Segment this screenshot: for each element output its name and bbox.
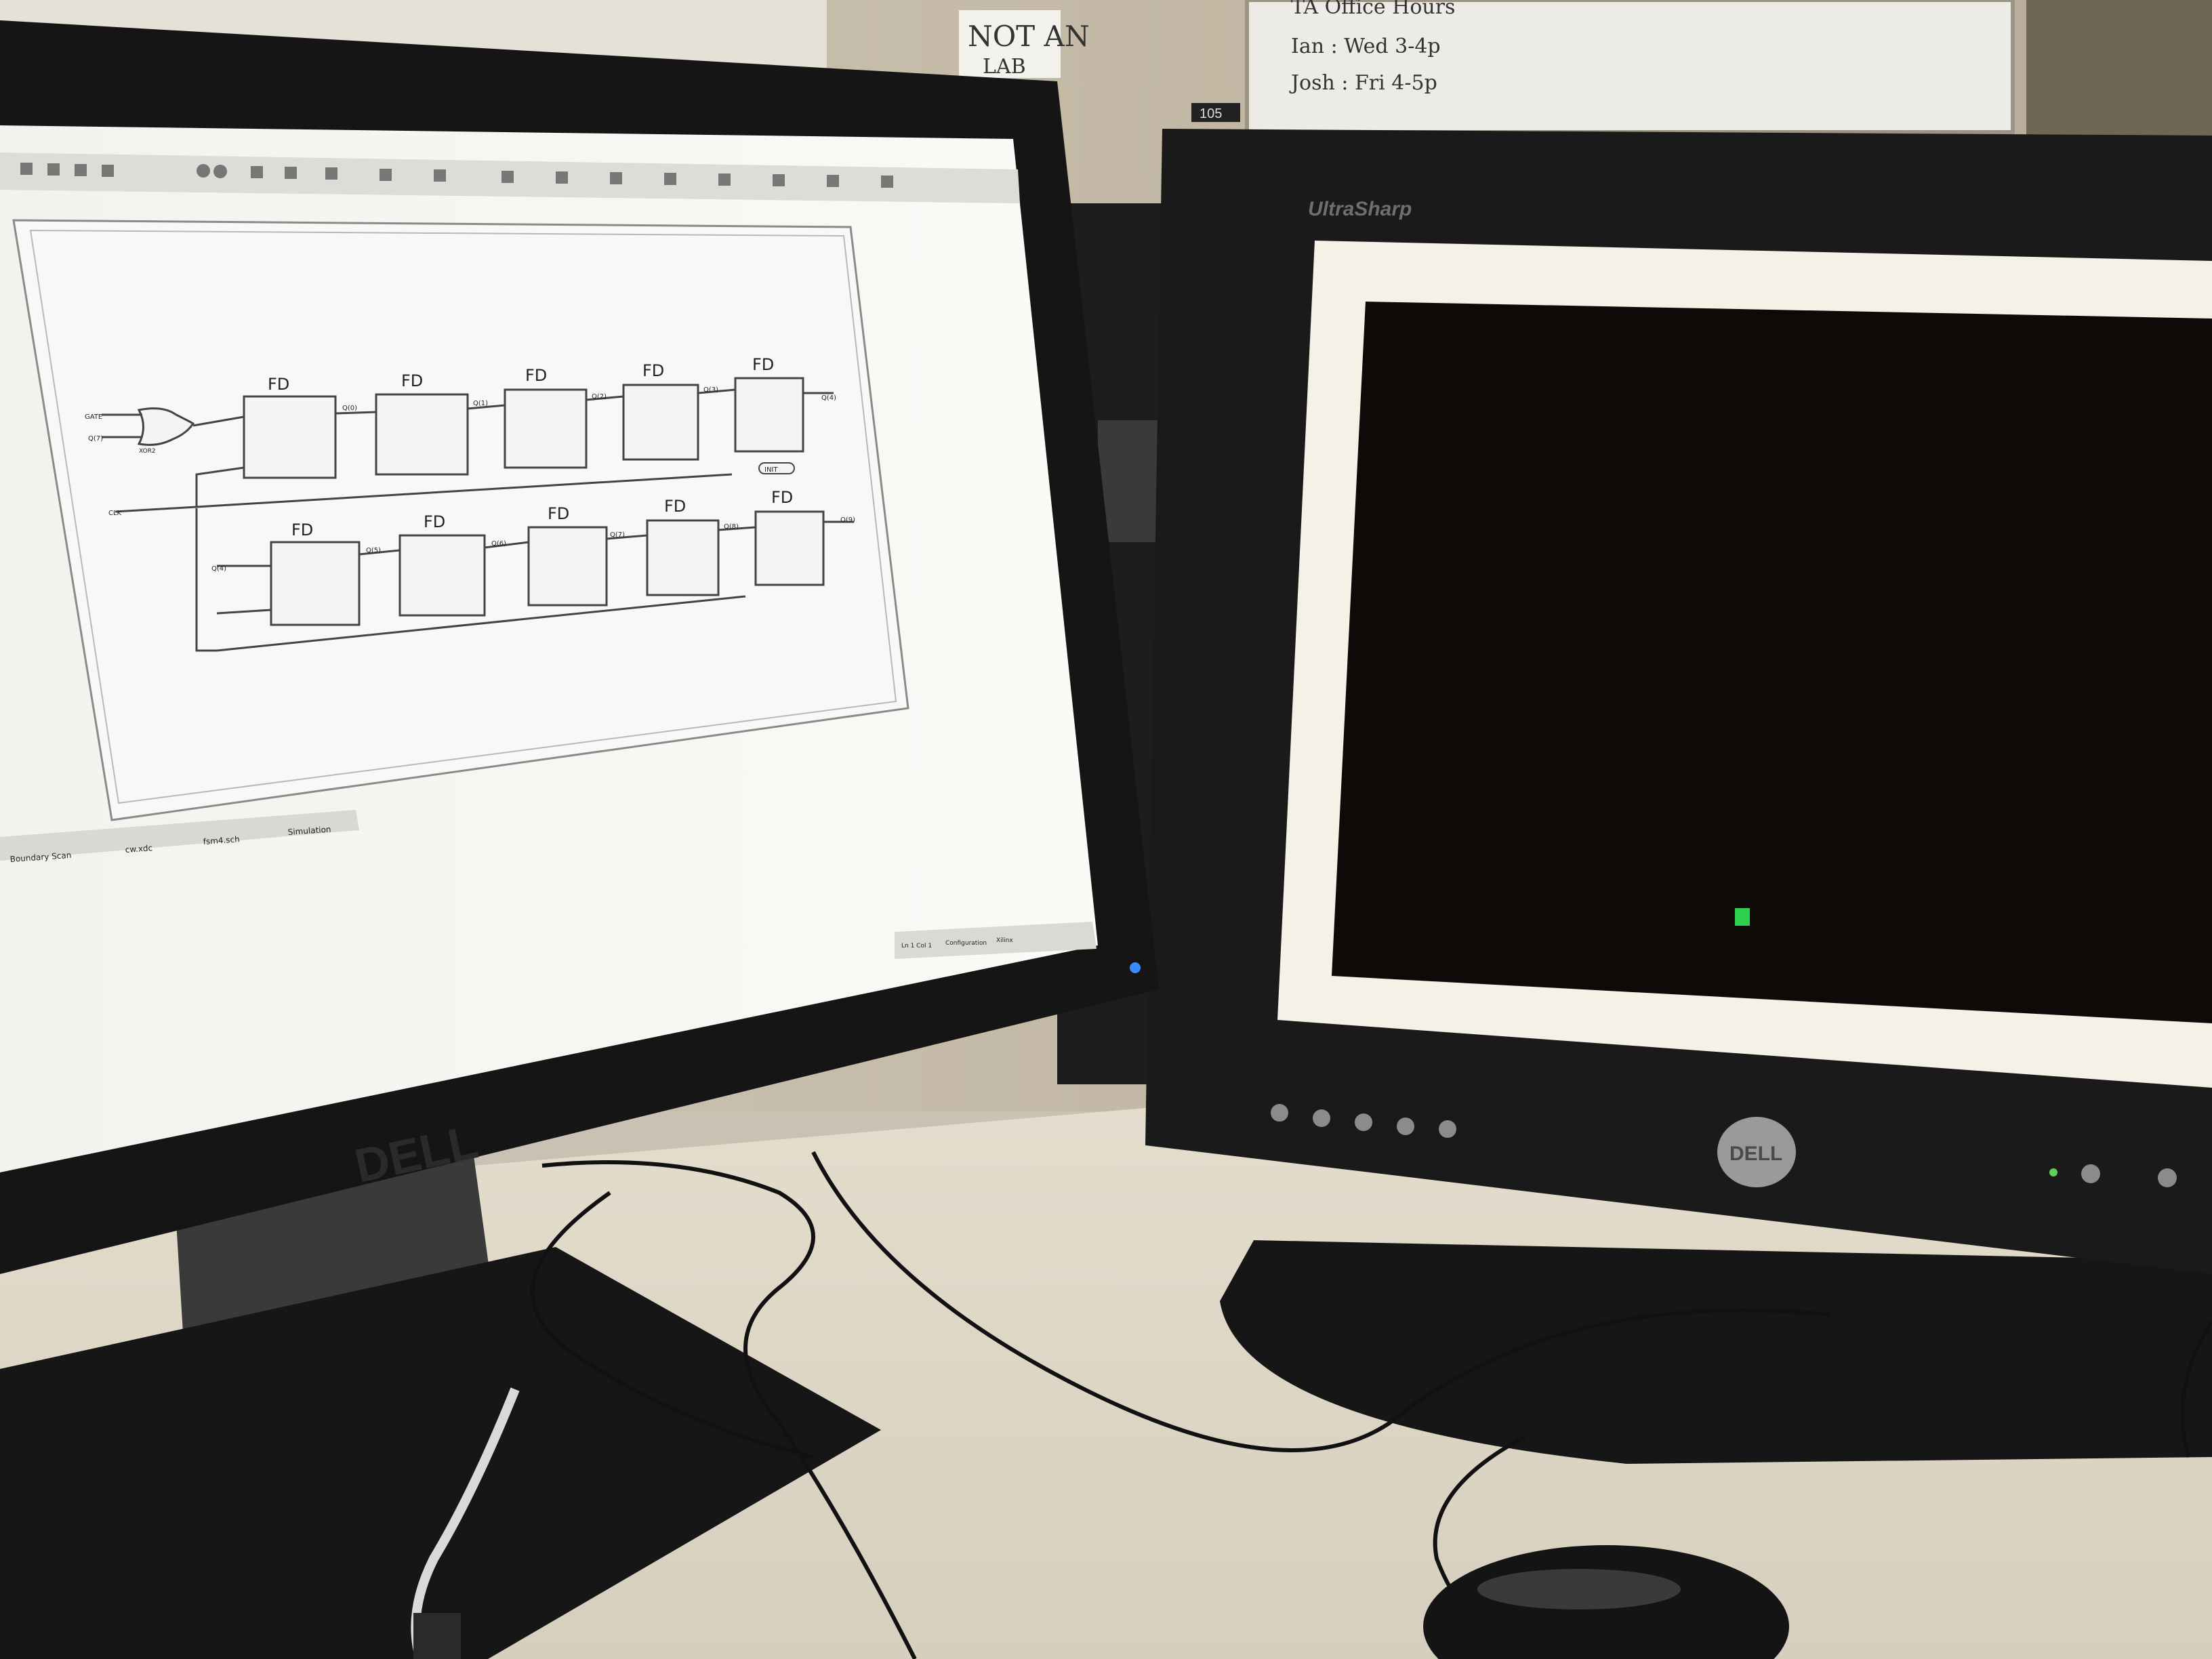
ff-label: FD [752, 355, 774, 374]
sign-line2: LAB [983, 55, 1026, 79]
toolbar-icon[interactable] [501, 171, 514, 183]
right-monitor-screen-black [1332, 302, 2212, 1023]
whiteboard [1245, 0, 2015, 134]
right-monitor: UltraSharp DELL [1145, 129, 2212, 1464]
whiteboard-row1: Ian : Wed 3-4p [1291, 35, 1441, 58]
ff-label: FD [642, 361, 664, 380]
cabinet-dark [2026, 0, 2212, 149]
tab-cw[interactable]: cw.xdc [125, 843, 152, 855]
toolbar-icon[interactable] [251, 166, 263, 178]
flipflop[interactable] [646, 519, 720, 596]
net-label: Q(0) [342, 405, 357, 412]
left-monitor-power-led [1130, 962, 1141, 973]
toolbar-icon[interactable] [556, 171, 568, 184]
flipflop[interactable] [375, 393, 469, 476]
toolbar-icon[interactable] [47, 163, 60, 176]
net-label: Q(4) [211, 565, 226, 573]
flipflop[interactable] [622, 384, 699, 461]
ff-label: FD [771, 488, 793, 507]
flipflop[interactable] [504, 388, 588, 469]
room-tag-text: 105 [1200, 106, 1222, 121]
toolbar-icon[interactable] [434, 169, 446, 182]
net-label: Q(7) [88, 435, 103, 443]
whiteboard-heading: TA Office Hours [1291, 0, 1455, 19]
net-label: Q(5) [366, 547, 381, 554]
ff-label: FD [548, 504, 569, 523]
flipflop[interactable] [270, 541, 361, 626]
monitor-button[interactable] [1271, 1104, 1288, 1122]
power-button[interactable] [2158, 1168, 2177, 1187]
toolbar-icon[interactable] [325, 167, 337, 180]
flipflop[interactable] [398, 534, 486, 617]
photo-scene: NOT AN LAB TA Office Hours Ian : Wed 3-4… [0, 0, 2212, 1659]
monitor-button[interactable] [1313, 1109, 1330, 1127]
right-monitor-logo: DELL [1729, 1143, 1782, 1165]
net-label: CLK [108, 510, 122, 517]
power-button[interactable] [2081, 1164, 2100, 1183]
toolbar-icon[interactable] [75, 164, 87, 176]
ff-label: FD [268, 375, 289, 394]
status-led [2049, 1168, 2057, 1176]
toolbar-icon[interactable] [610, 172, 622, 184]
probe-label: INIT [764, 466, 778, 474]
toolbar-icon[interactable] [102, 165, 114, 177]
usb-connector [413, 1613, 461, 1659]
flipflop[interactable] [527, 526, 608, 607]
whiteboard-row2: Josh : Fri 4-5p [1289, 71, 1437, 95]
green-pixel [1735, 908, 1750, 926]
gate-label: XOR2 [139, 448, 156, 455]
toolbar-icon[interactable] [718, 173, 731, 186]
net-label: Q(3) [703, 386, 718, 394]
net-label: Q(1) [473, 400, 488, 407]
flipflop[interactable] [243, 395, 337, 479]
toolbar-icon[interactable] [20, 163, 33, 175]
ff-label: FD [401, 371, 423, 390]
toolbar-icon[interactable] [380, 169, 392, 181]
net-label: Q(9) [840, 516, 855, 524]
flipflop[interactable] [734, 377, 804, 453]
net-label: GATE [85, 413, 102, 421]
monitor-button[interactable] [1355, 1113, 1372, 1131]
status-position: Ln 1 Col 1 [901, 943, 932, 949]
toolbar-icon[interactable] [213, 165, 227, 178]
ff-label: FD [424, 512, 445, 531]
net-label: Q(6) [491, 540, 506, 548]
ff-label: FD [291, 520, 313, 539]
net-label: Q(4) [821, 394, 836, 402]
flipflop[interactable] [754, 510, 825, 586]
net-label: Q(7) [610, 531, 625, 539]
status-tool: Xilinx [996, 937, 1013, 944]
toolbar-icon[interactable] [285, 167, 297, 179]
toolbar-icon[interactable] [664, 173, 676, 185]
sign-line1: NOT AN [968, 20, 1090, 53]
toolbar-icon[interactable] [197, 164, 210, 178]
status-config: Configuration [945, 940, 987, 947]
toolbar-icon[interactable] [881, 176, 893, 188]
right-monitor-brand: UltraSharp [1308, 198, 1412, 220]
monitor-button[interactable] [1439, 1120, 1456, 1138]
toolbar-icon[interactable] [827, 175, 839, 187]
toolbar-icon[interactable] [773, 174, 785, 186]
monitor-button[interactable] [1397, 1118, 1414, 1135]
mouse-highlight [1477, 1569, 1681, 1610]
ff-label: FD [664, 497, 686, 516]
net-label: Q(8) [724, 523, 739, 531]
net-label: Q(2) [592, 393, 607, 401]
ff-label: FD [525, 366, 547, 385]
